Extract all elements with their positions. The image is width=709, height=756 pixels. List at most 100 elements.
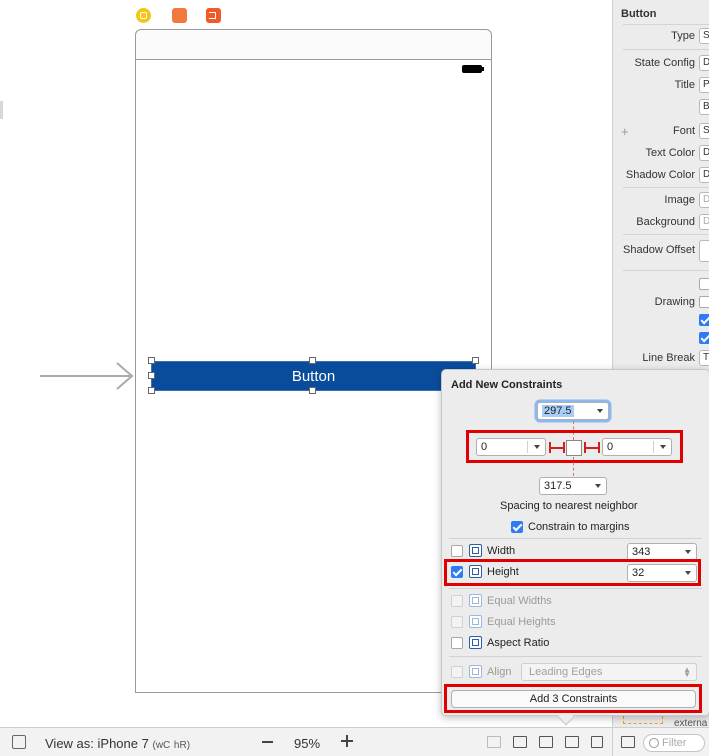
bottom-spacing-combo[interactable]: 317.5 [539,477,607,495]
resize-handle[interactable] [309,357,316,364]
canvas-bottom-bar: View as: iPhone 7 (wC hR) 95% [0,727,612,756]
line-break-popup[interactable]: T [699,350,709,366]
align-popup[interactable]: Leading Edges ▲ ▼ [521,663,697,681]
trailing-strut-cap [584,442,586,453]
equal-heights-checkbox[interactable] [451,616,463,628]
image-field[interactable]: D [699,192,709,208]
resize-handle[interactable] [148,357,155,364]
resize-handle[interactable] [472,357,479,364]
drawing-label: Drawing [654,296,695,308]
type-popup[interactable]: S [699,28,709,44]
scene-dock[interactable] [135,29,492,60]
size-class-height: hR [173,740,187,751]
drawing-checkbox[interactable] [699,296,709,308]
constraint-target-box [566,440,582,456]
library-filter-field[interactable]: Filter [643,734,705,752]
text-color-popup[interactable]: D [699,145,709,161]
font-field[interactable]: S [699,123,709,139]
update-frames-icon[interactable] [487,736,501,748]
inspector-bottom-bar: Filter [612,727,709,756]
leading-strut-cap [563,442,565,453]
equal-heights-icon [469,615,482,628]
resize-handle[interactable] [148,372,155,379]
trailing-spacing-combo[interactable]: 0 [602,438,672,456]
background-field[interactable]: D [699,214,709,230]
combo-divider [653,441,654,453]
chevron-down-icon[interactable] [685,550,691,554]
width-value: 343 [632,546,651,558]
combo-divider [527,441,528,453]
trailing-spacing-value: 0 [607,441,614,453]
shadow-color-label: Shadow Color [625,169,695,181]
height-checkbox[interactable] [451,566,463,578]
text-color-label: Text Color [645,147,695,159]
height-combo[interactable]: 32 [627,564,697,582]
resize-handle[interactable] [309,387,316,394]
equal-widths-checkbox[interactable] [451,595,463,607]
resolve-autolayout-icon[interactable] [591,736,603,748]
embed-in-stack-icon[interactable] [513,736,527,748]
zoom-in-icon[interactable] [341,735,353,747]
line-break-label: Line Break [642,352,695,364]
shadow-color-popup[interactable]: D [699,167,709,183]
title-type-popup[interactable]: P [699,77,709,93]
exit-icon[interactable] [206,8,221,23]
title-text-field[interactable]: B [699,99,709,115]
bottom-strut[interactable] [573,457,574,476]
top-spacing-value: 297.5 [542,405,574,417]
background-label: Background [636,216,695,228]
bottom-spacing-value: 317.5 [544,480,572,492]
shadow-offset-field[interactable] [699,240,709,262]
view-as-device: View as: iPhone 7 [45,736,149,751]
trailing-strut-cap [598,442,600,453]
divider [623,187,709,188]
button-title: Button [291,367,336,385]
constrain-to-margins-checkbox[interactable] [511,521,523,533]
grid-view-icon[interactable] [621,736,635,748]
zoom-level: 95% [294,736,321,751]
font-label: Font [672,125,695,137]
entry-point-arrow-icon[interactable] [40,361,136,391]
height-label: Height [487,566,519,578]
drawing-checkbox[interactable] [699,278,709,290]
align-icon [469,665,482,678]
chevron-down-icon[interactable] [595,484,601,488]
canvas-gutter [0,101,3,119]
chevron-down-icon[interactable] [660,445,666,449]
title-label: Title [674,79,695,91]
view-as-label[interactable]: View as: iPhone 7 (wC hR) [45,736,190,751]
add-variation-icon[interactable]: + [621,124,629,139]
state-config-popup[interactable]: D [699,55,709,71]
chevron-down-icon[interactable] [685,571,691,575]
divider [623,234,709,235]
chevron-down-icon[interactable] [597,409,603,413]
drawing-checkbox-checked[interactable] [699,314,709,326]
add-constraints-icon[interactable] [565,736,579,748]
divider [449,588,702,589]
align-value: Leading Edges [529,666,603,678]
width-label: Width [487,545,516,557]
first-responder-icon[interactable] [172,8,187,23]
divider [623,270,709,271]
view-controller-icon[interactable] [136,8,151,23]
top-spacing-combo[interactable]: 297.5 [537,402,609,420]
divider [623,49,709,50]
aspect-ratio-checkbox[interactable] [451,637,463,649]
height-value: 32 [632,567,645,579]
zoom-out-icon[interactable] [262,741,273,743]
chevron-down-icon[interactable] [534,445,540,449]
battery-icon [462,65,484,73]
width-checkbox[interactable] [451,545,463,557]
divider [449,656,702,657]
equal-widths-label: Equal Widths [487,595,552,607]
filter-placeholder: Filter [662,737,687,749]
add-constraints-button[interactable]: Add 3 Constraints [451,690,696,708]
type-label: Type [671,30,695,42]
align-icon[interactable] [539,736,553,748]
leading-spacing-combo[interactable]: 0 [476,438,546,456]
document-outline-icon[interactable] [12,735,26,749]
drawing-checkbox-checked[interactable] [699,332,709,344]
align-checkbox[interactable] [451,666,463,678]
resize-handle[interactable] [148,387,155,394]
divider [623,24,709,25]
